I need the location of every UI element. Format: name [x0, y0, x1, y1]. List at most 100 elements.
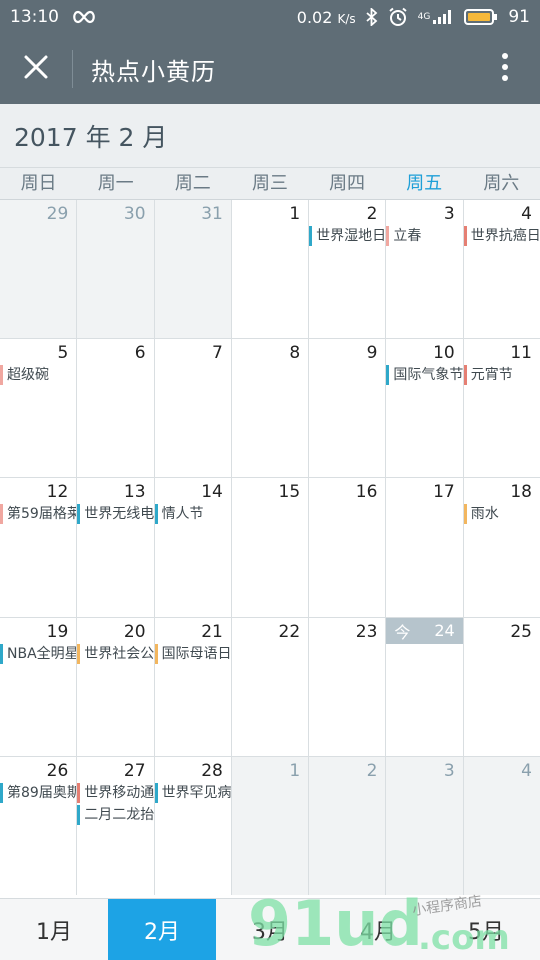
close-button[interactable]: [0, 34, 72, 104]
network-speed: 0.02 K/s: [296, 7, 356, 27]
weekday-wed: 周三: [251, 173, 288, 194]
calendar-day-cell[interactable]: 13世界无线电日: [77, 478, 154, 617]
event-item[interactable]: NBA全明星赛: [0, 643, 77, 664]
calendar-day-cell[interactable]: 8: [231, 339, 309, 478]
calendar-day-cell[interactable]: 26第89届奥斯卡: [0, 756, 77, 895]
calendar-day-cell[interactable]: 1: [231, 200, 309, 339]
battery-icon: [464, 8, 498, 26]
alarm-icon: [388, 7, 408, 27]
day-number: 2: [366, 204, 378, 224]
day-number: 25: [510, 621, 532, 642]
calendar-day-cell[interactable]: 4 世界抗癌日: [463, 200, 540, 339]
month-tab-jan[interactable]: 1月: [0, 899, 108, 960]
close-icon: [23, 54, 49, 84]
event-list: 雨水: [463, 504, 540, 526]
calendar-day-cell[interactable]: 20世界社会公正日: [77, 617, 154, 756]
calendar-day-cell[interactable]: 12第59届格莱美: [0, 478, 77, 617]
day-number: 4: [521, 204, 532, 224]
event-item[interactable]: 二月二龙抬头: [77, 804, 154, 825]
calendar-day-cell[interactable]: 29: [0, 200, 77, 339]
event-item[interactable]: 世界社会公正日: [77, 643, 154, 664]
event-item[interactable]: 世界抗癌日: [463, 226, 540, 246]
calendar-day-cell[interactable]: 今 24: [386, 617, 463, 756]
day-number: 14: [201, 482, 223, 503]
calendar-day-cell[interactable]: 10 国际气象节: [386, 339, 463, 478]
event-list: 世界罕见病日: [154, 782, 231, 805]
month-title: 2017 年 2 月: [0, 104, 540, 168]
event-item[interactable]: 立春: [386, 226, 463, 246]
calendar-day-cell[interactable]: 31: [154, 200, 231, 339]
event-list: 立春: [386, 226, 463, 248]
event-list: 世界移动通信大会二月二龙抬头: [77, 782, 154, 827]
calendar-day-cell[interactable]: 7: [154, 339, 231, 478]
calendar-day-cell[interactable]: 4: [463, 756, 540, 895]
calendar-day-cell[interactable]: 30: [77, 200, 154, 339]
day-number: 21: [201, 621, 223, 642]
weekday-thu: 周四: [329, 173, 366, 194]
day-number: 24: [434, 621, 455, 641]
calendar-day-cell[interactable]: 15: [231, 478, 309, 617]
event-item[interactable]: 元宵节: [463, 365, 540, 386]
calendar-day-cell[interactable]: 22: [231, 617, 309, 756]
event-list: 国际气象节: [386, 365, 463, 387]
calendar-day-cell[interactable]: 2 世界湿地日: [309, 200, 386, 339]
event-item[interactable]: 第89届奥斯卡: [0, 782, 77, 803]
day-number: 30: [123, 204, 146, 224]
calendar-day-cell[interactable]: 27世界移动通信大会二月二龙抬头: [77, 756, 154, 895]
today-label: 今: [394, 622, 411, 642]
weekday-mon: 周一: [97, 173, 134, 194]
event-item[interactable]: 第59届格莱美: [0, 504, 77, 525]
day-number: 2: [366, 760, 378, 781]
event-list: 世界抗癌日: [463, 226, 540, 248]
calendar-day-cell[interactable]: 16: [309, 478, 386, 617]
event-list: 第59届格莱美: [0, 504, 77, 526]
day-number: 22: [278, 621, 301, 642]
event-list: 国际母语日: [154, 643, 231, 666]
weekday-sun: 周日: [20, 173, 57, 194]
calendar-day-cell[interactable]: 21 国际母语日: [154, 617, 231, 756]
calendar-day-cell[interactable]: 11 元宵节: [463, 339, 540, 478]
event-item[interactable]: 国际母语日: [154, 643, 231, 664]
page-title: 热点小黄历: [91, 57, 216, 86]
event-item[interactable]: 雨水: [463, 504, 540, 525]
month-tab-apr[interactable]: 4月: [324, 899, 432, 960]
day-number: 17: [433, 482, 455, 503]
event-item[interactable]: 情人节: [154, 504, 231, 525]
month-tab-may[interactable]: 5月: [432, 899, 540, 960]
day-number: 3: [443, 760, 455, 781]
day-number: 18: [510, 482, 532, 503]
day-number: 31: [201, 204, 223, 224]
calendar-day-cell[interactable]: 9: [309, 339, 386, 478]
calendar-day-cell[interactable]: 19NBA全明星赛: [0, 617, 77, 756]
weekday-sat: 周六: [483, 173, 520, 194]
day-number: 27: [123, 760, 146, 781]
calendar-day-cell[interactable]: 6: [77, 339, 154, 478]
day-number: 8: [289, 343, 301, 364]
day-number: 10: [433, 343, 455, 364]
day-number: 6: [134, 343, 146, 364]
calendar-day-cell[interactable]: 3 立春: [386, 200, 463, 339]
calendar-day-cell[interactable]: 28世界罕见病日: [154, 756, 231, 895]
signal-icon: 4G: [418, 9, 455, 25]
month-tab-mar[interactable]: 3月: [216, 899, 324, 960]
event-item[interactable]: 世界移动通信大会: [77, 782, 154, 803]
calendar-day-cell[interactable]: 1: [231, 756, 309, 895]
day-number: 26: [46, 760, 69, 781]
calendar-day-cell[interactable]: 5 超级碗: [0, 339, 77, 478]
calendar-day-cell[interactable]: 17: [386, 478, 463, 617]
calendar-day-cell[interactable]: 23: [309, 617, 386, 756]
calendar-day-cell[interactable]: 25: [463, 617, 540, 756]
calendar-day-cell[interactable]: 14 情人节: [154, 478, 231, 617]
event-item[interactable]: 国际气象节: [386, 365, 463, 386]
event-item[interactable]: 超级碗: [0, 365, 77, 386]
event-item[interactable]: 世界罕见病日: [154, 782, 231, 803]
event-list: 情人节: [154, 504, 231, 526]
day-number: 11: [510, 343, 532, 364]
calendar-day-cell[interactable]: 2: [309, 756, 386, 895]
month-tab-feb[interactable]: 2月: [108, 899, 216, 960]
calendar-day-cell[interactable]: 18 雨水: [463, 478, 540, 617]
more-button[interactable]: [470, 34, 540, 104]
calendar-day-cell[interactable]: 3: [386, 756, 463, 895]
event-item[interactable]: 世界无线电日: [77, 504, 154, 525]
event-item[interactable]: 世界湿地日: [309, 226, 386, 246]
